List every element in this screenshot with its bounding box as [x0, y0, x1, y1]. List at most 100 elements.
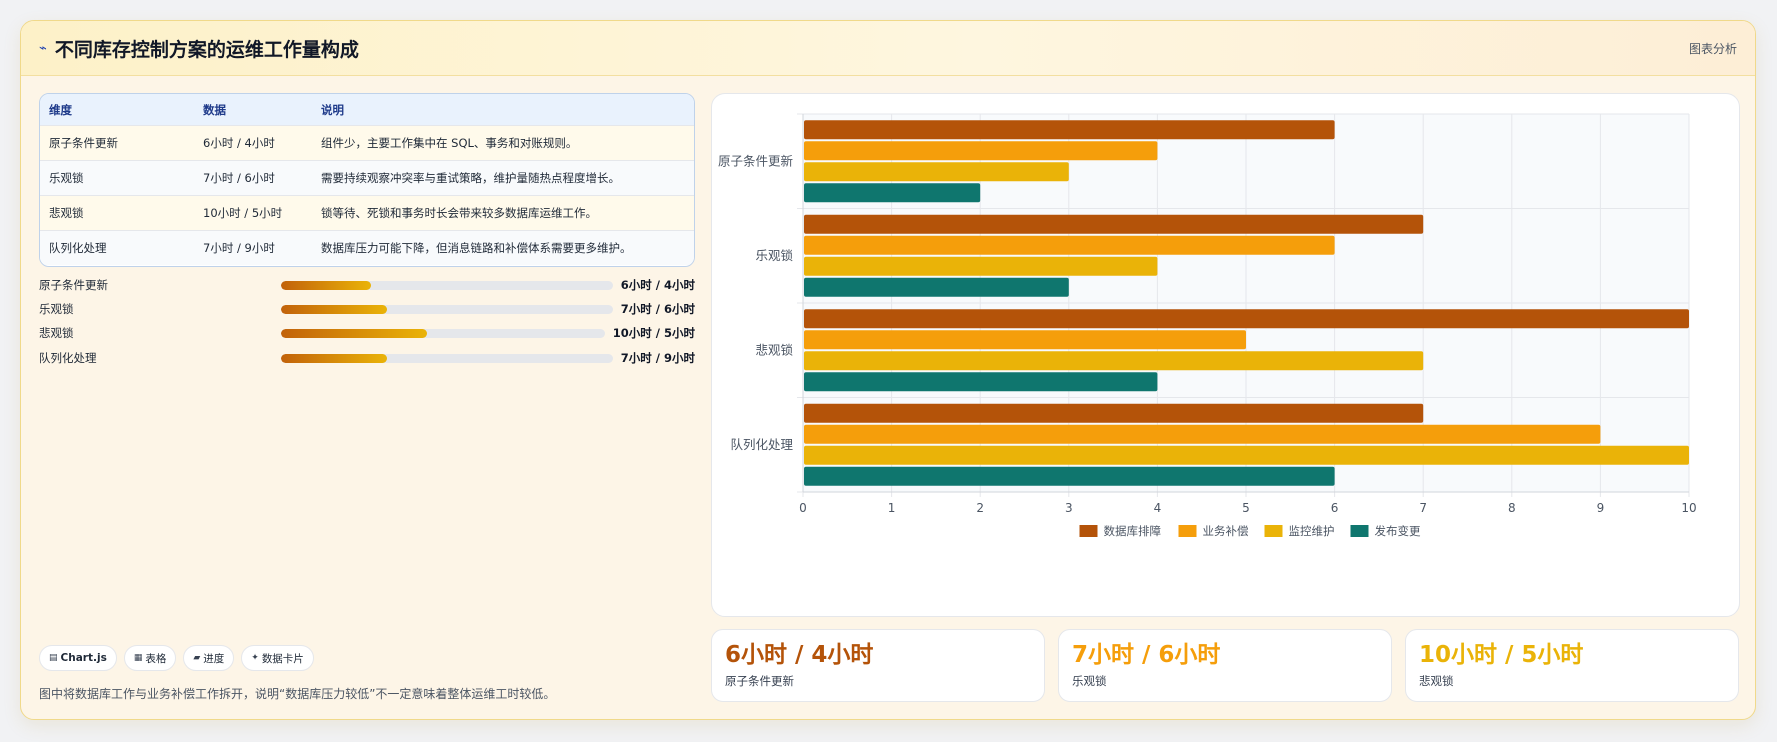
legend-label: 数据库排障: [1104, 524, 1162, 538]
column-header: 数据: [203, 102, 226, 117]
row-data: 6小时 / 4小时: [203, 136, 275, 150]
footnote: 图中将数据库工作与业务补偿工作拆开，说明“数据库压力较低”不一定意味着整体运维工…: [39, 687, 556, 701]
x-tick-label: 9: [1597, 501, 1605, 515]
progress-fill: [281, 304, 388, 314]
x-tick-label: 5: [1242, 501, 1250, 515]
pill-table[interactable]: ▦ 表格: [123, 645, 177, 671]
card-header: ⌁ 不同库存控制方案的运维工作量构成 图表分析: [21, 21, 1755, 76]
row-data: 7小时 / 6小时: [203, 171, 275, 185]
progress-row: 队列化处理 7小时 / 9小时: [39, 348, 695, 368]
progress-track: [281, 353, 613, 363]
row-dimension: 队列化处理: [49, 241, 107, 255]
y-tick-label: 乐观锁: [755, 248, 793, 263]
bar: [804, 330, 1246, 350]
row-description: 需要持续观察冲突率与重试策略，维护量随热点程度增长。: [321, 171, 620, 185]
table-row: 原子条件更新 6小时 / 4小时 组件少，主要工作集中在 SQL、事务和对账规则…: [40, 125, 694, 160]
table-row: 乐观锁 7小时 / 6小时 需要持续观察冲突率与重试策略，维护量随热点程度增长。: [40, 160, 694, 195]
pill-chartjs[interactable]: ▤ Chart.js: [39, 645, 117, 671]
progress-row: 乐观锁 7小时 / 6小时: [39, 299, 695, 319]
chart-card: ⌁ 不同库存控制方案的运维工作量构成 图表分析 维度 数据 说明 原子条件更新 …: [20, 20, 1756, 720]
table-row: 悲观锁 10小时 / 5小时 锁等待、死锁和事务时长会带来较多数据库运维工作。: [40, 195, 694, 230]
bar: [804, 424, 1601, 444]
pill-data-card[interactable]: ✦ 数据卡片: [241, 645, 314, 671]
bar: [804, 183, 981, 203]
stat-value: 6小时 / 4小时: [725, 642, 874, 668]
row-data: 10小时 / 5小时: [203, 206, 283, 220]
pill-label: 进度: [203, 652, 225, 665]
progress-label: 悲观锁: [39, 326, 74, 340]
legend-label: 业务补偿: [1203, 524, 1249, 538]
bar: [804, 309, 1689, 329]
progress-fill: [281, 280, 371, 290]
progress-fill: [281, 353, 388, 363]
stat-card: 7小时 / 6小时 乐观锁: [1058, 629, 1392, 702]
legend-swatch: [1079, 525, 1098, 537]
x-tick-label: 7: [1419, 501, 1427, 515]
progress-label: 乐观锁: [39, 302, 74, 316]
bar: [804, 120, 1335, 140]
progress-fill: [281, 328, 427, 338]
bar: [804, 445, 1689, 465]
y-tick-label: 原子条件更新: [718, 153, 793, 168]
bar: [804, 141, 1158, 161]
row-dimension: 乐观锁: [49, 171, 84, 185]
y-tick-label: 队列化处理: [730, 437, 793, 452]
x-tick-label: 6: [1331, 501, 1339, 515]
stat-label: 乐观锁: [1072, 674, 1107, 688]
pill-label: Chart.js: [60, 652, 107, 664]
sparkle-icon: ✦: [251, 653, 259, 663]
bar: [804, 466, 1335, 486]
x-tick-label: 1: [888, 501, 896, 515]
progress-value: 10小时 / 5小时: [612, 326, 695, 340]
x-tick-label: 0: [799, 501, 807, 515]
row-description: 数据库压力可能下降，但消息链路和补偿体系需要更多维护。: [321, 241, 632, 255]
chart-panel: 0 1 2 3 4 5 6 7 8 9 10 原子条件更新 乐观锁 悲观锁 队列化处理 数据库排障 业务补偿 监控…: [711, 93, 1740, 617]
stat-card: 6小时 / 4小时 原子条件更新: [711, 629, 1045, 702]
bar: [804, 235, 1335, 255]
data-table: 维度 数据 说明 原子条件更新 6小时 / 4小时 组件少，主要工作集中在 SQ…: [39, 93, 695, 267]
column-header: 维度: [49, 102, 72, 117]
feature-pills: ▤ Chart.js ▦ 表格 ▰ 进度 ✦ 数据卡片: [39, 645, 314, 671]
row-description: 锁等待、死锁和事务时长会带来较多数据库运维工作。: [321, 206, 597, 220]
row-dimension: 原子条件更新: [49, 136, 118, 150]
chart-icon: ▤: [49, 653, 58, 663]
progress-label: 原子条件更新: [39, 278, 108, 292]
progress-value: 7小时 / 9小时: [620, 351, 695, 365]
progress-track: [281, 328, 605, 338]
stat-label: 原子条件更新: [725, 674, 794, 688]
table-row: 队列化处理 7小时 / 9小时 数据库压力可能下降，但消息链路和补偿体系需要更多…: [40, 230, 694, 265]
card-title: 不同库存控制方案的运维工作量构成: [54, 38, 359, 61]
progress-row: 原子条件更新 6小时 / 4小时: [39, 275, 695, 295]
column-header: 说明: [321, 102, 344, 117]
legend-swatch: [1178, 525, 1197, 537]
bar: [804, 372, 1158, 392]
pill-label: 数据卡片: [261, 652, 304, 665]
bar: [804, 214, 1424, 234]
legend-label: 监控维护: [1289, 524, 1335, 538]
x-tick-label: 2: [976, 501, 984, 515]
progress-track: [281, 280, 613, 290]
x-tick-label: 4: [1154, 501, 1162, 515]
row-description: 组件少，主要工作集中在 SQL、事务和对账规则。: [321, 136, 578, 150]
y-tick-label: 悲观锁: [755, 342, 793, 357]
progress-icon: ▰: [193, 653, 201, 663]
wave-icon: ⌁: [39, 40, 47, 56]
row-data: 7小时 / 9小时: [203, 241, 275, 255]
x-tick-label: 8: [1508, 501, 1516, 515]
progress-label: 队列化处理: [39, 351, 97, 365]
chart-analysis-tag: 图表分析: [1688, 41, 1737, 56]
pill-label: 表格: [145, 652, 167, 665]
bar: [804, 351, 1424, 371]
stat-value: 7小时 / 6小时: [1072, 642, 1221, 668]
legend-label: 发布变更: [1375, 524, 1421, 538]
bar: [804, 403, 1424, 423]
x-tick-label: 10: [1681, 501, 1696, 515]
pill-progress[interactable]: ▰ 进度: [183, 645, 235, 671]
table-header-row: 维度 数据 说明: [40, 94, 694, 125]
stat-value: 10小时 / 5小时: [1419, 642, 1584, 668]
bar-chart: 0 1 2 3 4 5 6 7 8 9 10 原子条件更新乐观锁悲观锁队列化处理数据库排障 业务补偿 监控…: [718, 113, 1697, 538]
stat-label: 悲观锁: [1419, 674, 1454, 688]
table-icon: ▦: [133, 653, 143, 663]
legend-swatch: [1264, 525, 1283, 537]
bar: [804, 256, 1158, 276]
